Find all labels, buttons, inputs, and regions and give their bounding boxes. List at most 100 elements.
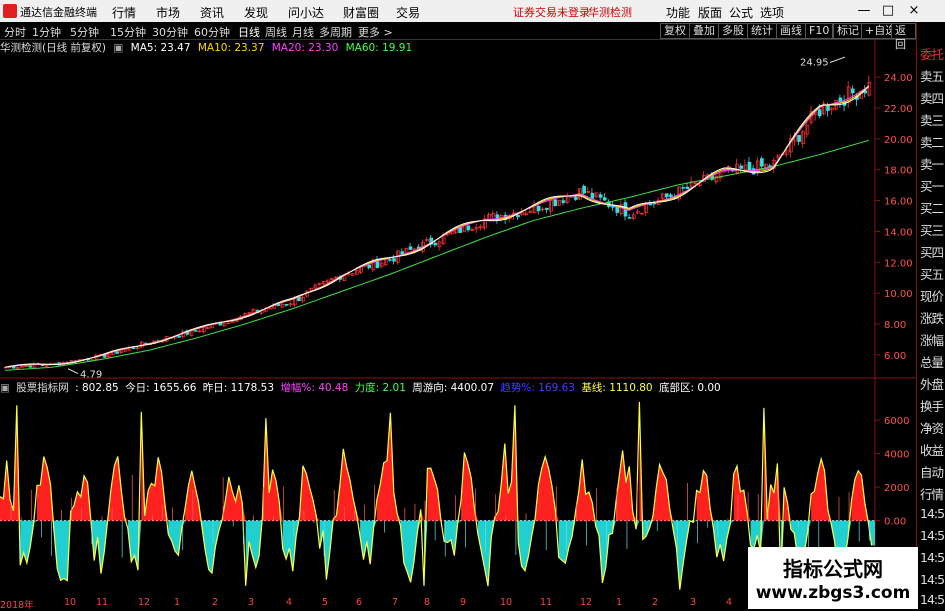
right-panel-item[interactable]: 14:56 <box>920 572 945 587</box>
login-status-warning[interactable]: 证券交易未登录 <box>513 4 590 20</box>
menu-right-banmian[interactable]: 版面 <box>698 4 722 21</box>
ind-axis-label: 2000 <box>884 483 909 494</box>
maximize-button[interactable]: □ <box>880 3 896 18</box>
right-panel-item[interactable]: 卖一 <box>920 154 945 173</box>
ma10-line <box>4 85 870 368</box>
tab-weekly[interactable]: 周线 <box>265 24 287 40</box>
date-label: 2 <box>652 597 659 608</box>
statistics-button[interactable]: 统计 <box>747 23 777 39</box>
menu-item-hangqing[interactable]: 行情 <box>112 4 136 21</box>
candle-body <box>565 196 570 203</box>
back-button[interactable]: 返回 <box>891 23 916 51</box>
candle-body <box>466 225 471 231</box>
tab-30min[interactable]: 30分钟 <box>152 24 188 40</box>
right-panel-item[interactable]: 外盘 <box>920 374 945 393</box>
indicator-toggle-icon[interactable]: ▣ <box>0 382 10 394</box>
candle-body <box>193 330 198 332</box>
date-label: 7 <box>392 597 399 608</box>
tab-60min[interactable]: 60分钟 <box>194 24 230 40</box>
candle-body <box>516 214 520 218</box>
date-label: 11 <box>540 597 553 608</box>
app-logo-icon <box>3 4 17 18</box>
right-panel-item[interactable]: 买二 <box>920 198 945 217</box>
tab-fenshi[interactable]: 分时 <box>4 24 26 40</box>
candle-body <box>826 105 830 111</box>
candle-body <box>664 193 669 198</box>
menu-item-zixun[interactable]: 资讯 <box>200 4 224 21</box>
chart-area[interactable]: 24.00 22.00 20.00 18.00 16.00 14.00 12.00 10.00… <box>0 40 916 596</box>
tab-monthly[interactable]: 月线 <box>292 24 314 40</box>
candle-body <box>284 303 289 306</box>
price-axis-label: 14.00 <box>884 227 913 238</box>
candle-body <box>20 366 24 368</box>
candle-body <box>309 287 314 291</box>
right-panel-item[interactable]: 委托 <box>920 44 945 63</box>
candle-body <box>247 312 252 314</box>
menu-item-caifuquan[interactable]: 财富圈 <box>343 4 379 21</box>
right-panel-item[interactable]: 14:56 <box>920 506 945 521</box>
right-panel-item[interactable]: 现价 <box>920 286 945 305</box>
high-price-label: 24.95 <box>800 57 829 68</box>
right-panel-item[interactable]: 14:56 <box>920 592 945 607</box>
right-panel-item[interactable]: 总量 <box>920 352 945 371</box>
price-axis-label: 20.00 <box>884 135 913 146</box>
fuquan-button[interactable]: 复权 <box>660 23 690 39</box>
candle-body <box>797 135 801 142</box>
app-title: 通达信金融终端 <box>20 6 97 19</box>
candle-body <box>470 229 475 231</box>
overlay-button[interactable]: 叠加 <box>689 23 719 39</box>
right-panel-item[interactable]: 卖二 <box>920 132 945 151</box>
right-panel-item[interactable]: 买四 <box>920 242 945 261</box>
candle-body <box>425 239 429 242</box>
tab-multi-period[interactable]: 多周期 <box>319 24 352 40</box>
right-panel-item[interactable]: 买五 <box>920 264 945 283</box>
high-price-pointer <box>829 56 846 63</box>
menu-right-gongshi[interactable]: 公式 <box>729 4 753 21</box>
right-panel-item[interactable]: 卖三 <box>920 110 945 129</box>
right-panel-item[interactable]: 14:56 <box>920 528 945 543</box>
tab-5min[interactable]: 5分钟 <box>70 24 99 40</box>
draw-line-button[interactable]: 画线 <box>776 23 806 39</box>
date-label: 4 <box>726 597 733 608</box>
right-panel-item[interactable]: 净资 <box>920 418 945 437</box>
right-panel-item[interactable]: 14:56 <box>920 550 945 565</box>
candle-body <box>288 303 293 306</box>
candle-body <box>636 211 640 214</box>
menu-item-jiaoyi[interactable]: 交易 <box>396 4 420 21</box>
right-panel-item[interactable]: 涨幅 <box>920 330 945 349</box>
status-company[interactable]: 华测检测 <box>588 4 632 20</box>
minimize-button[interactable]: — <box>856 3 872 18</box>
tab-daily[interactable]: 日线 <box>238 24 260 40</box>
right-panel-item[interactable]: 自动 <box>920 462 945 481</box>
ind-axis-label: 4000 <box>884 450 909 461</box>
candle-body <box>135 347 140 349</box>
right-panel-item[interactable]: 涨跌 <box>920 308 945 327</box>
menu-right-gongneng[interactable]: 功能 <box>666 4 690 21</box>
tab-15min[interactable]: 15分钟 <box>110 24 146 40</box>
menu-right-xuanxiang[interactable]: 选项 <box>760 4 784 21</box>
right-panel-item[interactable]: 卖四 <box>920 88 945 107</box>
tab-1min[interactable]: 1分钟 <box>32 24 61 40</box>
close-button[interactable]: × <box>906 3 922 18</box>
f10-button[interactable]: F10 <box>805 23 834 39</box>
right-panel-item[interactable]: 卖五 <box>920 66 945 85</box>
menu-item-shichang[interactable]: 市场 <box>156 4 180 21</box>
right-panel-item[interactable]: 收益 <box>920 440 945 459</box>
mark-button[interactable]: 标记 <box>833 23 863 39</box>
right-panel-item[interactable]: 买一 <box>920 176 945 195</box>
menu-item-wenxiaoda[interactable]: 问小达 <box>288 4 324 21</box>
candle-body <box>764 163 768 169</box>
candle-body <box>685 186 690 189</box>
multi-stock-button[interactable]: 多股 <box>718 23 748 39</box>
candle-body <box>367 264 372 269</box>
right-panel-item[interactable]: 买三 <box>920 220 945 239</box>
candle-body <box>44 365 49 367</box>
candle-body <box>830 107 834 111</box>
date-label: 6 <box>356 597 363 608</box>
candle-body <box>693 182 698 184</box>
right-panel-item[interactable]: 行情 <box>920 484 945 503</box>
menu-item-faxian[interactable]: 发现 <box>244 4 268 21</box>
right-panel-item[interactable]: 换手 <box>920 396 945 415</box>
tab-more[interactable]: 更多 > <box>358 24 393 40</box>
price-axis-label: 18.00 <box>884 166 913 177</box>
